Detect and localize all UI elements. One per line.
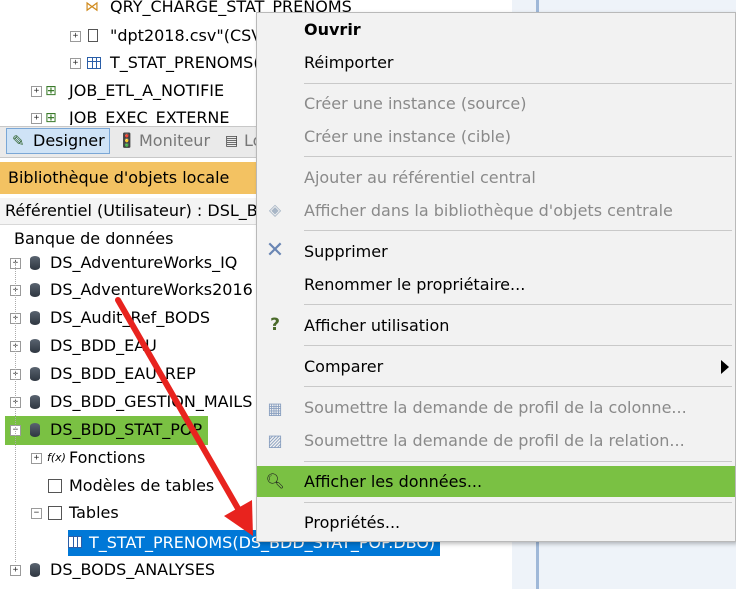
arrow-shaft — [115, 297, 243, 515]
annotation-arrow — [115, 297, 253, 536]
